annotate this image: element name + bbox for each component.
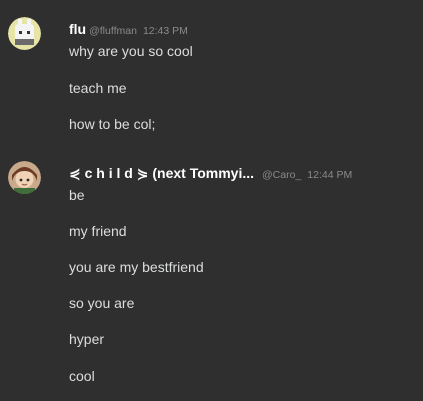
message-header: ⋞ c h i l d ⋟ (next Tommyi... @Caro_ 12:44…	[69, 164, 352, 182]
message-timestamp: 12:43 PM	[142, 25, 188, 37]
white-bunny-avatar-icon[interactable]	[8, 17, 41, 50]
author-name[interactable]: flu	[69, 21, 86, 37]
message-timestamp: 12:44 PM	[307, 169, 353, 181]
author-handle: @Caro_	[262, 169, 302, 181]
message-line: be	[69, 187, 85, 203]
message-line: my friend	[69, 223, 127, 239]
message-line: cool	[69, 368, 95, 384]
message-line: how to be col;	[69, 116, 156, 132]
message-line: so you are	[69, 295, 135, 311]
brown-hair-character-avatar-icon[interactable]	[8, 161, 41, 194]
message-line: hyper	[69, 331, 105, 347]
message-line: you are my bestfriend	[69, 259, 204, 275]
message-line: why are you so cool	[69, 43, 193, 59]
message-line: teach me	[69, 80, 127, 96]
author-handle: @fluffman	[89, 25, 137, 37]
message-header: flu @fluffman 12:43 PM	[69, 20, 188, 38]
author-name[interactable]: ⋞ c h i l d ⋟ (next Tommyi...	[69, 165, 254, 181]
chat-message-list: flu @fluffman 12:43 PM why are you so cool…	[0, 0, 423, 401]
